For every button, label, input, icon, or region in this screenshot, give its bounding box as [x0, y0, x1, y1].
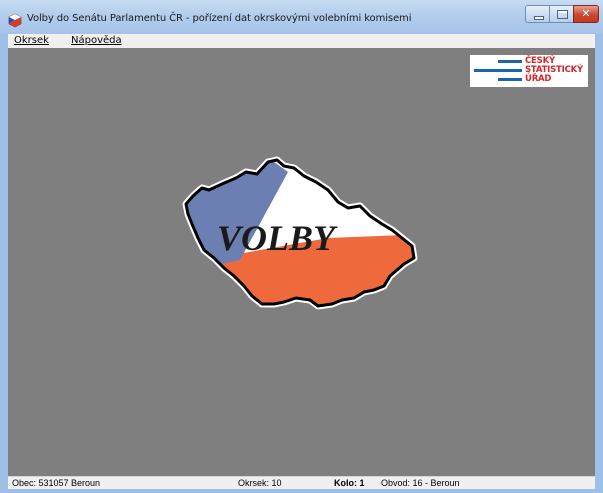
status-okrsek: Okrsek: 10: [238, 478, 282, 488]
maximize-button[interactable]: [549, 5, 574, 23]
app-window: Volby do Senátu Parlamentu ČR - pořízení…: [0, 0, 603, 493]
status-kolo: Kolo: 1: [334, 478, 365, 488]
logo-stripe: [498, 60, 522, 63]
maximize-icon: [557, 10, 568, 19]
csu-logo: ČESKÝ STATISTICKÝ ÚŘAD: [470, 55, 588, 87]
minimize-icon: [534, 16, 544, 20]
menu-okrsek[interactable]: Okrsek: [14, 35, 49, 46]
menu-bar: Okrsek Nápověda: [8, 34, 595, 48]
logo-stripe: [498, 78, 522, 81]
window-title: Volby do Senátu Parlamentu ČR - pořízení…: [27, 13, 412, 24]
logo-line-3: ÚŘAD: [525, 74, 552, 84]
status-obec: Obec: 531057 Beroun: [12, 478, 101, 488]
minimize-button[interactable]: [525, 5, 550, 23]
volby-text: VOLBY: [217, 218, 338, 258]
logo-stripe: [474, 69, 522, 72]
main-canvas: ČESKÝ STATISTICKÝ ÚŘAD VOLBY: [8, 48, 595, 476]
close-button[interactable]: ✕: [573, 5, 599, 23]
status-obvod: Obvod: 16 - Beroun: [381, 478, 460, 488]
status-bar: Obec: 531057 Beroun Okrsek: 10 Kolo: 1 O…: [8, 476, 595, 489]
app-flag-icon: [8, 13, 22, 28]
menu-napoveda[interactable]: Nápověda: [71, 35, 122, 46]
close-icon: ✕: [581, 7, 591, 20]
title-bar[interactable]: Volby do Senátu Parlamentu ČR - pořízení…: [0, 0, 603, 34]
window-frame-bottom: [0, 489, 603, 493]
czech-map-splash: VOLBY: [182, 156, 418, 310]
